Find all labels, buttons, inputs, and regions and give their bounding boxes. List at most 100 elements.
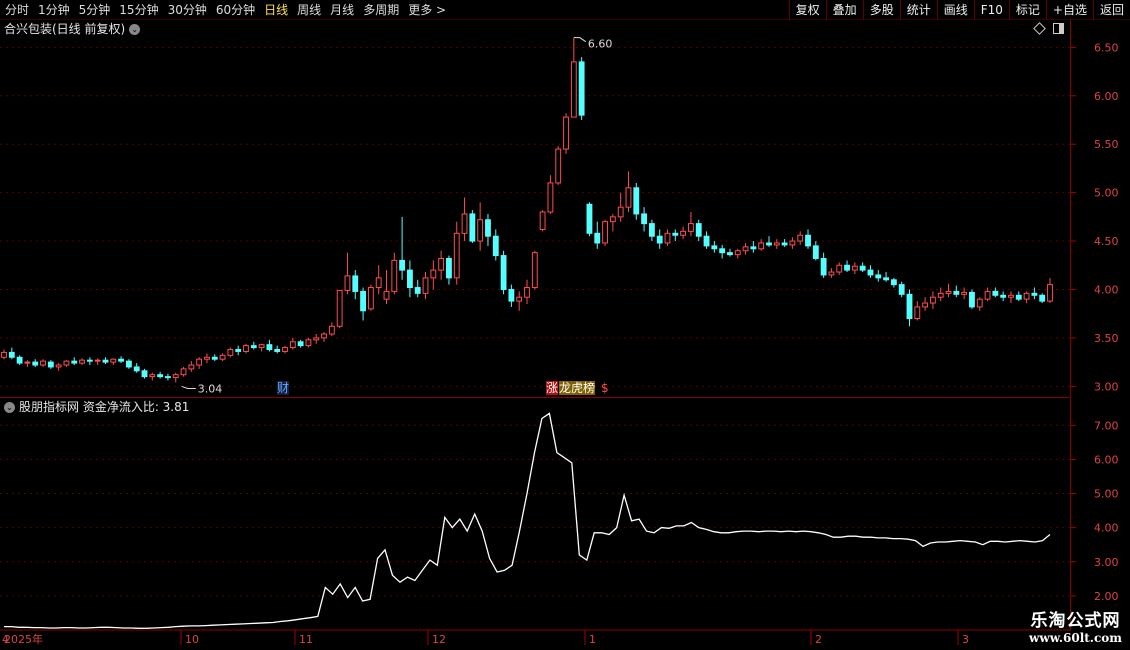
candle-body: [1, 351, 7, 358]
candle-15: [118, 356, 125, 364]
candle-body: [258, 344, 265, 349]
candle-29: [227, 347, 234, 358]
candle-body: [742, 246, 749, 252]
watermark: 乐淘公式网 www.60lt.com: [1029, 606, 1122, 645]
candle-body: [711, 245, 718, 250]
candle-16: [125, 359, 132, 369]
longhubang-tag[interactable]: 龙虎榜: [559, 381, 596, 395]
date-label-4: 1: [589, 633, 596, 646]
main-tick-label-3: 4.50: [1094, 235, 1119, 248]
candle-body: [289, 341, 296, 349]
candle-body: [516, 296, 523, 302]
candle-body: [922, 302, 929, 308]
indicator-series-line: [4, 412, 1051, 629]
candle-body: [24, 361, 31, 364]
candle-83: [648, 219, 655, 242]
candle-39: [305, 337, 312, 348]
candle-body: [836, 264, 843, 273]
candle-body: [734, 250, 741, 256]
candle-79: [617, 192, 624, 222]
candle-128: [1000, 291, 1007, 302]
candle-body: [328, 325, 335, 335]
candle-body: [141, 370, 148, 378]
candle-body: [929, 296, 936, 304]
candle-10: [79, 358, 85, 366]
candle-0: [1, 349, 7, 360]
candle-98: [766, 236, 772, 247]
main-tick-label-5: 5.50: [1094, 138, 1119, 151]
candle-body: [531, 252, 538, 289]
candle-30: [235, 345, 242, 356]
candle-body: [789, 240, 796, 246]
candle-12: [94, 358, 101, 366]
candle-22: [172, 372, 179, 383]
candle-104: [812, 241, 819, 261]
candle-body: [969, 291, 975, 308]
candle-101: [789, 237, 796, 249]
candle-122: [953, 285, 960, 298]
candle-body: [586, 203, 593, 234]
candle-body: [805, 234, 811, 247]
candle-52: [406, 260, 413, 298]
candle-body: [79, 359, 85, 364]
candle-21: [165, 373, 171, 381]
candle-body: [71, 360, 78, 364]
candle-body: [406, 269, 413, 289]
candle-32: [250, 341, 257, 350]
limit-up-tag[interactable]: 涨: [546, 381, 559, 395]
candle-64: [500, 250, 507, 295]
candle-102: [797, 231, 804, 245]
candle-body: [55, 364, 62, 368]
candle-86: [672, 229, 679, 242]
main-tick-label-2: 4.00: [1094, 283, 1119, 296]
candle-body: [102, 359, 109, 363]
candle-body: [1015, 294, 1022, 300]
candle-85: [664, 229, 671, 246]
candle-body: [609, 216, 616, 223]
candle-36: [282, 345, 288, 354]
candle-51: [399, 216, 406, 280]
main-tick-label-7: 6.50: [1094, 41, 1119, 54]
candle-55: [430, 260, 437, 290]
indicator-line: [4, 412, 1051, 629]
candle-66: [516, 291, 523, 311]
main-tick-label-0: 3.00: [1094, 380, 1119, 393]
candle-93: [727, 248, 733, 257]
dividend-tag[interactable]: $: [601, 381, 609, 395]
candle-121: [945, 283, 952, 298]
candle-body: [172, 374, 179, 379]
watermark-title: 乐淘公式网: [1030, 611, 1121, 631]
candle-body: [16, 356, 23, 364]
finance-report-tag[interactable]: 财: [277, 381, 290, 395]
candle-body: [274, 349, 281, 352]
candle-31: [243, 343, 249, 354]
main-tick-label-1: 3.50: [1094, 332, 1119, 345]
candle-75: [586, 202, 593, 237]
candle-6: [47, 360, 54, 369]
candle-body: [243, 345, 249, 352]
candle-14: [110, 358, 117, 366]
candle-67: [524, 279, 530, 304]
candle-body: [149, 374, 156, 378]
candle-body: [688, 223, 694, 232]
candle-118: [922, 297, 929, 311]
candle-body: [812, 245, 819, 259]
candle-56: [438, 250, 445, 280]
candle-body: [453, 232, 460, 279]
candle-47: [367, 284, 374, 311]
candle-body: [94, 359, 101, 362]
candle-body: [157, 374, 164, 378]
candle-33: [258, 343, 265, 352]
candle-89: [695, 219, 702, 242]
indicator-tick-label-0: 2.00: [1094, 590, 1119, 603]
candle-105: [820, 252, 827, 278]
candle-body: [656, 235, 663, 244]
candle-134: [1047, 277, 1053, 304]
candle-body: [414, 287, 421, 294]
candle-body: [992, 290, 999, 296]
candle-body: [63, 360, 70, 366]
indicator-tick-label-2: 4.00: [1094, 522, 1119, 535]
candle-103: [805, 229, 811, 249]
low-price-label: 3.04: [198, 382, 223, 395]
candle-114: [890, 277, 897, 288]
